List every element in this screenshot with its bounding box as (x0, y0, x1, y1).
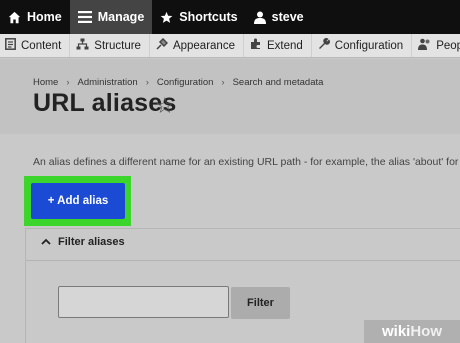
breadcrumb-separator: › (145, 77, 149, 88)
menu-item-people[interactable]: People (412, 34, 460, 57)
filter-toggle[interactable]: Filter aliases (41, 236, 125, 248)
menu-item-structure[interactable]: Structure (70, 34, 150, 57)
hamburger-icon (77, 11, 92, 23)
divider (26, 260, 460, 261)
menu-item-label: Structure (94, 39, 141, 52)
breadcrumb-home[interactable]: Home (33, 77, 58, 88)
filter-heading: Filter aliases (58, 236, 125, 248)
menu-item-label: Configuration (334, 39, 404, 52)
filter-input[interactable] (58, 286, 229, 318)
people-icon (418, 38, 431, 53)
page-description: An alias defines a different name for an… (33, 156, 459, 168)
home-icon (8, 11, 21, 24)
menu-item-configuration[interactable]: Configuration (312, 34, 413, 57)
wikihow-watermark: wiki How (364, 320, 460, 343)
watermark-suffix: How (410, 323, 443, 340)
shortcut-star-icon[interactable]: ☆ (155, 93, 175, 119)
breadcrumb-configuration[interactable]: Configuration (157, 77, 214, 88)
add-alias-button[interactable]: + Add alias (31, 183, 125, 219)
structure-icon (76, 38, 89, 53)
menu-item-extend[interactable]: Extend (244, 34, 312, 57)
breadcrumb: Home › Administration › Configuration › … (33, 77, 323, 88)
menu-item-label: Appearance (172, 39, 235, 52)
extend-icon (250, 38, 262, 53)
content-icon (5, 38, 16, 53)
top-toolbar: Home Manage Shortcuts steve (0, 0, 460, 34)
menu-item-content[interactable]: Content (0, 34, 71, 57)
breadcrumb-separator: › (221, 77, 225, 88)
user-icon (253, 11, 266, 24)
appearance-icon (156, 37, 169, 53)
menu-item-label: People (436, 39, 460, 52)
toolbar-manage-label: Manage (97, 10, 145, 24)
toolbar-home-label: Home (27, 10, 62, 24)
filter-button[interactable]: Filter (231, 287, 290, 319)
toolbar-user-label: steve (271, 10, 304, 24)
toolbar-shortcuts-label: Shortcuts (179, 10, 238, 24)
menu-item-label: Content (21, 39, 62, 52)
admin-menu: Content Structure Appearance Extend Conf… (0, 34, 460, 58)
toolbar-manage[interactable]: Manage (69, 0, 153, 34)
chevron-up-icon (41, 236, 51, 248)
breadcrumb-separator: › (66, 77, 70, 88)
toolbar-shortcuts[interactable]: Shortcuts (152, 0, 245, 34)
breadcrumb-search-metadata[interactable]: Search and metadata (233, 77, 324, 88)
toolbar-home[interactable]: Home (0, 0, 70, 34)
toolbar-user[interactable]: steve (246, 0, 312, 34)
menu-item-label: Extend (266, 39, 303, 52)
wrench-icon (318, 37, 330, 53)
menu-item-appearance[interactable]: Appearance (150, 34, 244, 57)
breadcrumb-administration[interactable]: Administration (78, 77, 138, 88)
star-icon (160, 11, 173, 24)
watermark-prefix: wiki (381, 323, 411, 340)
